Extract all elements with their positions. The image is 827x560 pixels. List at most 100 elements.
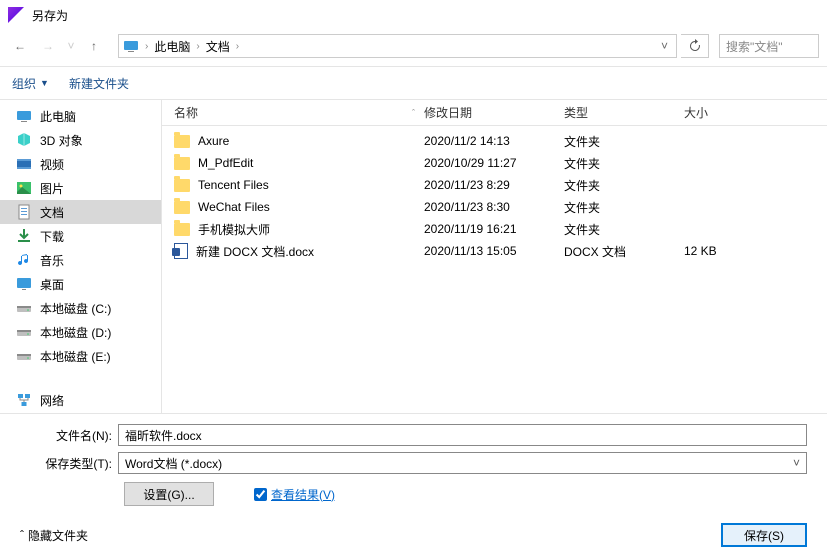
- sidebar-item-label: 3D 对象: [40, 132, 83, 149]
- settings-button[interactable]: 设置(G)...: [124, 482, 214, 506]
- address-dropdown-icon[interactable]: ˅: [657, 39, 672, 53]
- back-button[interactable]: ←: [8, 34, 32, 58]
- file-date: 2020/11/23 8:29: [424, 178, 564, 192]
- view-result-checkbox[interactable]: 查看结果(V): [254, 486, 335, 503]
- sidebar-item-label: 图片: [40, 180, 64, 197]
- file-row[interactable]: 新建 DOCX 文档.docx2020/11/13 15:05DOCX 文档12…: [162, 240, 827, 262]
- chevron-right-icon: ›: [236, 41, 239, 52]
- folder-row[interactable]: 手机模拟大师 2020/11/19 16:21文件夹: [162, 218, 827, 240]
- sidebar-item-download[interactable]: 下载: [0, 224, 161, 248]
- folder-icon: [174, 179, 190, 192]
- file-date: 2020/11/19 16:21: [424, 222, 564, 236]
- sidebar-item-video[interactable]: 视频: [0, 152, 161, 176]
- up-button[interactable]: ↑: [82, 34, 106, 58]
- sidebar-item-picture[interactable]: 图片: [0, 176, 161, 200]
- sidebar-item-pc[interactable]: 此电脑: [0, 104, 161, 128]
- sort-asc-icon: ˆ: [412, 108, 415, 118]
- sidebar-item-label: 音乐: [40, 252, 64, 269]
- sidebar-item-label: 本地磁盘 (E:): [40, 348, 111, 365]
- sidebar-item-drive[interactable]: 本地磁盘 (D:): [0, 320, 161, 344]
- file-date: 2020/11/2 14:13: [424, 134, 564, 148]
- folder-icon: [174, 201, 190, 214]
- hide-folders-toggle[interactable]: ˆ 隐藏文件夹: [20, 527, 88, 544]
- refresh-button[interactable]: [681, 34, 709, 58]
- app-icon: [8, 7, 24, 23]
- desktop-icon: [16, 276, 32, 292]
- filetype-select[interactable]: Word文档 (*.docx) ˅: [118, 452, 807, 474]
- sidebar-item-network[interactable]: 网络: [0, 388, 161, 412]
- chevron-down-icon: ˅: [793, 456, 800, 470]
- sidebar-item-label: 网络: [40, 392, 64, 409]
- sidebar-item-label: 桌面: [40, 276, 64, 293]
- file-type: 文件夹: [564, 155, 684, 172]
- docx-icon: [174, 243, 188, 259]
- drive-icon: [16, 324, 32, 340]
- column-type[interactable]: 类型: [564, 104, 684, 121]
- folder-row[interactable]: Axure 2020/11/2 14:13文件夹: [162, 130, 827, 152]
- filename-input[interactable]: [118, 424, 807, 446]
- sidebar-item-label: 视频: [40, 156, 64, 173]
- address-bar[interactable]: › 此电脑 › 文档 › ˅: [118, 34, 677, 58]
- organize-menu[interactable]: 组织 ▼: [12, 75, 49, 92]
- folder-row[interactable]: M_PdfEdit 2020/10/29 11:27文件夹: [162, 152, 827, 174]
- sidebar-item-drive[interactable]: 本地磁盘 (E:): [0, 344, 161, 368]
- title-bar: 另存为: [0, 0, 827, 30]
- file-name: Axure: [198, 134, 229, 148]
- file-type: 文件夹: [564, 177, 684, 194]
- hide-folders-label: 隐藏文件夹: [28, 527, 88, 544]
- folder-row[interactable]: Tencent Files 2020/11/23 8:29文件夹: [162, 174, 827, 196]
- toolbar: 组织 ▼ 新建文件夹: [0, 66, 827, 100]
- dialog-footer: ˆ 隐藏文件夹 保存(S): [0, 510, 827, 560]
- folder-icon: [174, 157, 190, 170]
- navigation-bar: ← → ˅ ↑ › 此电脑 › 文档 › ˅ 搜索"文档": [0, 30, 827, 66]
- file-type: 文件夹: [564, 221, 684, 238]
- filetype-label: 保存类型(T):: [20, 455, 118, 472]
- sidebar-item-label: 此电脑: [40, 108, 76, 125]
- chevron-right-icon: ›: [145, 41, 148, 52]
- file-type: DOCX 文档: [564, 243, 684, 260]
- 3d-icon: [16, 132, 32, 148]
- file-name: M_PdfEdit: [198, 156, 253, 170]
- breadcrumb-item[interactable]: 文档: [206, 38, 230, 55]
- picture-icon: [16, 180, 32, 196]
- file-name: 手机模拟大师: [198, 221, 270, 238]
- sidebar-item-label: 下载: [40, 228, 64, 245]
- file-date: 2020/10/29 11:27: [424, 156, 564, 170]
- save-form: 文件名(N): 保存类型(T): Word文档 (*.docx) ˅ 设置(G)…: [0, 413, 827, 510]
- folder-icon: [174, 223, 190, 236]
- sidebar-item-3d[interactable]: 3D 对象: [0, 128, 161, 152]
- save-button[interactable]: 保存(S): [721, 523, 807, 547]
- recent-dropdown[interactable]: ˅: [64, 34, 78, 58]
- sidebar-item-drive[interactable]: 本地磁盘 (C:): [0, 296, 161, 320]
- drive-icon: [16, 300, 32, 316]
- breadcrumb-item[interactable]: 此电脑: [154, 38, 190, 55]
- sidebar-item-label: 本地磁盘 (C:): [40, 300, 111, 317]
- file-type: 文件夹: [564, 133, 684, 150]
- file-date: 2020/11/23 8:30: [424, 200, 564, 214]
- file-list: Axure2020/11/2 14:13文件夹M_PdfEdit2020/10/…: [162, 126, 827, 413]
- forward-button: →: [36, 34, 60, 58]
- filetype-value: Word文档 (*.docx): [125, 455, 222, 472]
- sidebar-item-desktop[interactable]: 桌面: [0, 272, 161, 296]
- filename-label: 文件名(N):: [20, 427, 118, 444]
- new-folder-button[interactable]: 新建文件夹: [69, 75, 129, 92]
- column-date[interactable]: 修改日期: [424, 104, 564, 121]
- video-icon: [16, 156, 32, 172]
- chevron-up-icon: ˆ: [20, 528, 24, 542]
- view-result-input[interactable]: [254, 488, 267, 501]
- network-icon: [16, 392, 32, 408]
- search-input[interactable]: 搜索"文档": [719, 34, 819, 58]
- sidebar-item-document[interactable]: 文档: [0, 200, 161, 224]
- sidebar-item-label: 本地磁盘 (D:): [40, 324, 111, 341]
- file-name: 新建 DOCX 文档.docx: [196, 243, 314, 260]
- sidebar-item-music[interactable]: 音乐: [0, 248, 161, 272]
- file-name: Tencent Files: [198, 178, 269, 192]
- column-name[interactable]: 名称ˆ: [174, 104, 424, 121]
- drive-icon: [16, 348, 32, 364]
- chevron-down-icon: ▼: [40, 78, 49, 88]
- column-size[interactable]: 大小: [684, 104, 744, 121]
- file-type: 文件夹: [564, 199, 684, 216]
- folder-row[interactable]: WeChat Files2020/11/23 8:30文件夹: [162, 196, 827, 218]
- folder-icon: [174, 135, 190, 148]
- file-pane: 名称ˆ 修改日期 类型 大小 Axure2020/11/2 14:13文件夹M_…: [162, 100, 827, 413]
